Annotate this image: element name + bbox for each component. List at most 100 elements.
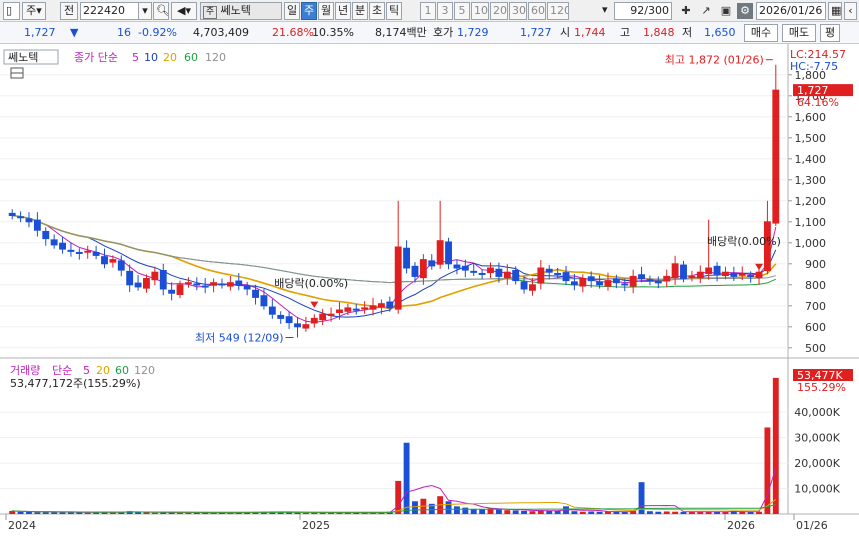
- volume-bar[interactable]: [512, 510, 519, 514]
- window-menu-icon[interactable]: ▯: [3, 2, 20, 20]
- candle-body[interactable]: [411, 265, 419, 277]
- candle-body[interactable]: [529, 284, 536, 291]
- candle-body[interactable]: [772, 89, 780, 224]
- volume-bar[interactable]: [34, 512, 41, 514]
- evaluate-button[interactable]: 평: [820, 24, 840, 42]
- candle-body[interactable]: [50, 239, 58, 246]
- candle-body[interactable]: [109, 259, 117, 263]
- volume-bar[interactable]: [26, 511, 32, 514]
- volume-bar[interactable]: [646, 511, 653, 514]
- candle-body[interactable]: [587, 276, 595, 282]
- period-button-6[interactable]: 틱: [386, 2, 402, 20]
- candle-body[interactable]: [696, 271, 704, 279]
- candle-body[interactable]: [268, 306, 276, 315]
- interval-more-icon[interactable]: ▾: [600, 2, 612, 20]
- candle-body[interactable]: [495, 268, 503, 277]
- interval-button-6[interactable]: 60: [528, 2, 546, 20]
- volume-bar[interactable]: [521, 510, 528, 514]
- volume-bar[interactable]: [764, 427, 771, 514]
- candle-body[interactable]: [226, 282, 234, 287]
- volume-bar[interactable]: [302, 512, 309, 514]
- volume-bar[interactable]: [403, 442, 410, 514]
- count-field[interactable]: 92/300: [614, 2, 672, 20]
- candle-body[interactable]: [570, 281, 578, 286]
- candle-body[interactable]: [386, 301, 394, 309]
- period-button-4[interactable]: 분: [352, 2, 368, 20]
- candle-body[interactable]: [126, 270, 134, 286]
- chart-area[interactable]: 1,800 1,700 1,600 1,500 1,400 1,300 1,200 1,100…: [0, 44, 859, 538]
- candle-body[interactable]: [336, 309, 343, 314]
- candle-body[interactable]: [621, 283, 629, 286]
- candle-body[interactable]: [470, 270, 478, 273]
- draw-tool-icon[interactable]: ↗: [698, 3, 714, 19]
- interval-button-0[interactable]: 1: [420, 2, 436, 20]
- candle-body[interactable]: [193, 283, 201, 286]
- candle-body[interactable]: [168, 289, 176, 294]
- market-select[interactable]: 주▾: [22, 2, 46, 20]
- volume-bar[interactable]: [395, 480, 402, 514]
- candle-body[interactable]: [487, 267, 494, 274]
- speaker-icon[interactable]: ◀▾: [171, 2, 197, 20]
- search-icon[interactable]: 🔍︎: [153, 2, 169, 20]
- volume-bar[interactable]: [554, 510, 561, 514]
- crosshair-icon[interactable]: ✚: [678, 3, 694, 19]
- candle-body[interactable]: [67, 249, 75, 252]
- buy-button[interactable]: 매수: [744, 24, 778, 42]
- candle-body[interactable]: [377, 303, 385, 308]
- candle-body[interactable]: [705, 267, 713, 274]
- candle-body[interactable]: [8, 212, 16, 216]
- interval-button-5[interactable]: 30: [509, 2, 527, 20]
- candle-body[interactable]: [260, 295, 268, 307]
- candle-body[interactable]: [159, 270, 167, 290]
- volume-bar[interactable]: [655, 511, 662, 514]
- candle-body[interactable]: [520, 281, 528, 290]
- period-button-3[interactable]: 년: [335, 2, 351, 20]
- save-icon[interactable]: ▣: [718, 3, 734, 19]
- candle-body[interactable]: [117, 260, 125, 271]
- candle-body[interactable]: [327, 313, 335, 316]
- candle-body[interactable]: [671, 263, 679, 279]
- date-calendar-icon[interactable]: ▦: [828, 2, 842, 20]
- stock-chart[interactable]: 1,8001,7001,6001,5001,4001,3001,2001,100…: [0, 44, 859, 538]
- candle-body[interactable]: [143, 278, 150, 289]
- volume-bar[interactable]: [772, 377, 779, 514]
- candle-body[interactable]: [352, 308, 360, 311]
- candle-body[interactable]: [319, 313, 327, 321]
- candle-body[interactable]: [42, 230, 50, 240]
- candle-body[interactable]: [738, 273, 746, 276]
- volume-bar[interactable]: [596, 511, 603, 514]
- candle-body[interactable]: [646, 279, 654, 282]
- volume-bar[interactable]: [51, 512, 58, 514]
- volume-bar[interactable]: [17, 511, 24, 514]
- date-field[interactable]: 2026/01/26: [756, 2, 826, 20]
- candle-body[interactable]: [17, 216, 25, 219]
- period-button-0[interactable]: 일: [284, 2, 300, 20]
- candle-body[interactable]: [361, 307, 369, 310]
- stock-code-input[interactable]: 222420: [80, 2, 140, 20]
- code-dropdown-icon[interactable]: ▾: [138, 2, 152, 20]
- candle-body[interactable]: [545, 268, 553, 273]
- candle-body[interactable]: [537, 267, 545, 284]
- volume-bar[interactable]: [571, 511, 578, 514]
- volume-bar[interactable]: [445, 501, 452, 514]
- candle-body[interactable]: [629, 275, 637, 287]
- candle-body[interactable]: [436, 240, 444, 265]
- candle-body[interactable]: [243, 285, 251, 290]
- candle-body[interactable]: [252, 289, 259, 298]
- candle-body[interactable]: [101, 256, 108, 265]
- candle-body[interactable]: [579, 278, 587, 287]
- candle-body[interactable]: [755, 271, 763, 279]
- interval-button-7[interactable]: 120: [547, 2, 569, 20]
- candle-body[interactable]: [84, 250, 92, 253]
- collapse-icon[interactable]: ‹: [844, 2, 857, 20]
- candle-body[interactable]: [512, 270, 520, 282]
- candle-body[interactable]: [478, 272, 486, 275]
- interval-button-1[interactable]: 3: [437, 2, 453, 20]
- candle-body[interactable]: [75, 251, 83, 254]
- candle-body[interactable]: [310, 317, 318, 324]
- candle-body[interactable]: [210, 282, 218, 286]
- volume-bar[interactable]: [680, 511, 687, 514]
- candle-body[interactable]: [713, 265, 721, 275]
- volume-bar[interactable]: [453, 506, 460, 514]
- volume-bar[interactable]: [529, 511, 536, 514]
